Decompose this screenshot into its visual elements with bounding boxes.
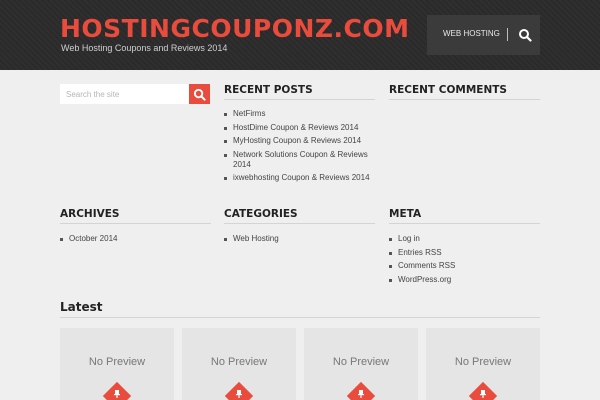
nav-divider xyxy=(507,28,508,41)
widget-divider xyxy=(389,99,540,100)
category-link[interactable]: Web Hosting xyxy=(224,234,375,244)
widget-divider xyxy=(389,223,540,224)
nav-item-web-hosting[interactable]: WEB HOSTING xyxy=(443,29,500,38)
archive-link[interactable]: October 2014 xyxy=(60,234,211,244)
meta-list: Log in Entries RSS Comments RSS WordPres… xyxy=(389,234,540,288)
latest-section-title: Latest xyxy=(60,300,103,314)
widget-divider xyxy=(60,223,211,224)
recent-post-link[interactable]: NetFirms xyxy=(224,109,375,119)
widget-title-recent-comments: RECENT COMMENTS xyxy=(389,84,507,96)
pin-icon xyxy=(114,390,120,398)
archives-list: October 2014 xyxy=(60,234,211,248)
recent-post-link[interactable]: Network Solutions Coupon & Reviews 2014 xyxy=(224,150,375,170)
meta-link-login[interactable]: Log in xyxy=(389,234,540,244)
latest-post-card[interactable]: No Preview xyxy=(426,328,540,400)
no-preview-label: No Preview xyxy=(454,356,512,368)
meta-link-comments-rss[interactable]: Comments RSS xyxy=(389,261,540,271)
search-input[interactable] xyxy=(60,84,189,104)
latest-post-card[interactable]: No Preview xyxy=(60,328,174,400)
recent-post-link[interactable]: ixwebhosting Coupon & Reviews 2014 xyxy=(224,173,375,183)
meta-link-wordpress[interactable]: WordPress.org xyxy=(389,275,540,285)
widget-title-recent-posts: RECENT POSTS xyxy=(224,84,313,96)
pin-icon xyxy=(358,390,364,398)
categories-list: Web Hosting xyxy=(224,234,375,248)
no-preview-label: No Preview xyxy=(332,356,390,368)
pin-icon xyxy=(480,390,486,398)
pin-icon xyxy=(236,390,242,398)
latest-post-card[interactable]: No Preview xyxy=(182,328,296,400)
recent-posts-list: NetFirms HostDime Coupon & Reviews 2014 … xyxy=(224,109,375,187)
search-icon xyxy=(193,88,206,101)
site-header: HOSTINGCOUPONZ.COM Web Hosting Coupons a… xyxy=(0,0,600,70)
recent-post-link[interactable]: MyHosting Coupon & Reviews 2014 xyxy=(224,136,375,146)
search-button[interactable] xyxy=(189,84,210,104)
widget-title-meta: META xyxy=(389,208,422,220)
latest-divider xyxy=(60,317,540,318)
site-title[interactable]: HOSTINGCOUPONZ.COM xyxy=(60,14,409,43)
latest-post-card[interactable]: No Preview xyxy=(304,328,418,400)
widget-title-archives: ARCHIVES xyxy=(60,208,120,220)
meta-link-entries-rss[interactable]: Entries RSS xyxy=(389,248,540,258)
recent-post-link[interactable]: HostDime Coupon & Reviews 2014 xyxy=(224,123,375,133)
site-tagline: Web Hosting Coupons and Reviews 2014 xyxy=(61,43,228,53)
widget-divider xyxy=(224,223,375,224)
search-icon[interactable] xyxy=(518,28,532,42)
no-preview-label: No Preview xyxy=(210,356,268,368)
primary-nav: WEB HOSTING xyxy=(427,15,540,55)
no-preview-label: No Preview xyxy=(88,356,146,368)
widget-title-categories: CATEGORIES xyxy=(224,208,298,220)
widget-divider xyxy=(224,99,375,100)
